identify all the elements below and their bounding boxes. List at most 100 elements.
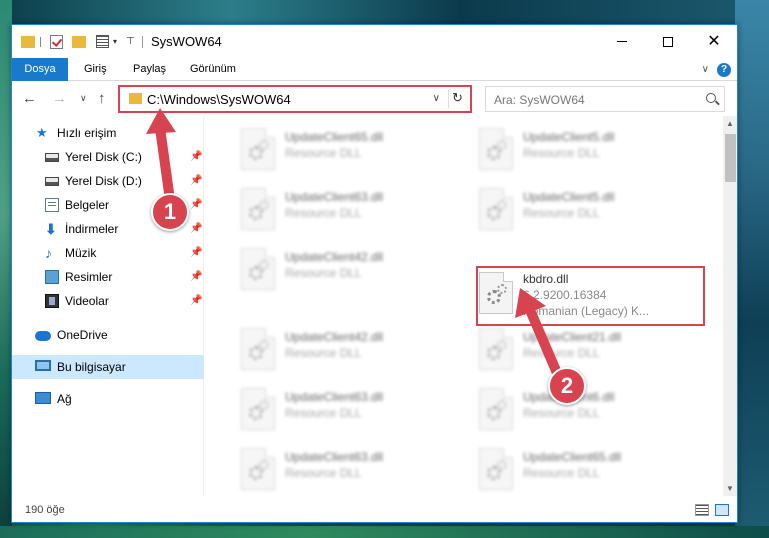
scroll-down-icon[interactable]: ▼ [726, 484, 734, 493]
gear-icon [259, 400, 269, 410]
computer-icon [35, 360, 51, 371]
scrollbar-thumb[interactable] [725, 134, 736, 182]
file-name: UpdateClient5.dll [523, 130, 615, 144]
file-name: UpdateClient63.dll [285, 190, 384, 204]
pin-icon[interactable]: 📌 [190, 193, 202, 217]
search-icon[interactable] [706, 93, 716, 103]
sidebar-item-label: Yerel Disk (C:) [65, 150, 142, 164]
new-folder-icon[interactable] [72, 36, 86, 48]
address-bar-highlight [118, 85, 472, 113]
list-item[interactable]: UpdateClient63.dll Resource DLL [235, 182, 467, 236]
list-item[interactable]: UpdateClient42.dll Resource DLL [235, 242, 467, 296]
file-name: UpdateClient65.dll [523, 450, 622, 464]
tab-share[interactable]: Paylaş [121, 58, 178, 81]
sidebar-item-music[interactable]: ♪ Müzik 📌 [12, 241, 204, 265]
tab-view[interactable]: Görünüm [178, 58, 248, 81]
search-box[interactable]: Ara: SysWOW64 [485, 86, 725, 112]
tab-home[interactable]: Giriş [72, 58, 119, 81]
help-icon[interactable]: ? [717, 63, 731, 77]
pin-icon[interactable]: 📌 [190, 145, 202, 169]
chevron-down-icon[interactable]: ▾ [113, 37, 117, 53]
customize-toolbar-icon[interactable]: ⊤ [126, 36, 135, 52]
sidebar-item-label: Müzik [65, 246, 97, 260]
close-button[interactable]: ✕ [691, 25, 737, 58]
pin-icon[interactable]: 📌 [190, 169, 202, 193]
list-item[interactable]: UpdateClient63.dll Resource DLL [235, 442, 467, 496]
sidebar-item-pictures[interactable]: Resimler 📌 [12, 265, 204, 289]
back-arrow-icon[interactable]: ← [22, 90, 37, 107]
dll-file-icon [479, 448, 513, 490]
forward-arrow-icon[interactable]: → [52, 90, 67, 107]
dll-file-icon [241, 248, 275, 290]
desktop-background-right [735, 0, 769, 538]
film-icon [45, 294, 59, 308]
list-item[interactable]: UpdateClient21.dll Resource DLL [473, 322, 705, 376]
navigation-pane: ★ Hızlı erişim Yerel Disk (C:) 📌 Yerel D… [12, 116, 204, 496]
sidebar-item-videos[interactable]: Videolar 📌 [12, 289, 204, 313]
sidebar-item-this-pc[interactable]: Bu bilgisayar [12, 355, 204, 379]
file-description: Resource DLL [285, 406, 362, 420]
step-1-callout: 1 [151, 193, 189, 231]
gear-icon [259, 260, 269, 270]
gear-icon [497, 140, 507, 150]
list-item[interactable]: UpdateClient6.dll Resource DLL [473, 382, 705, 436]
file-name: UpdateClient63.dll [285, 390, 384, 404]
title-bar: ▾ ⊤ SysWOW64 ✕ [12, 25, 737, 58]
drive-icon [45, 153, 59, 162]
list-item[interactable]: UpdateClient5.dll Resource DLL [473, 122, 705, 176]
kbdro-dll-highlight [476, 266, 705, 326]
dll-file-icon [479, 388, 513, 430]
sidebar-item-local-disk-c[interactable]: Yerel Disk (C:) 📌 [12, 145, 204, 169]
pin-icon[interactable]: 📌 [190, 241, 202, 265]
file-list: UpdateClient65.dll Resource DLL UpdateCl… [205, 116, 723, 496]
file-description: Resource DLL [285, 346, 362, 360]
properties-check-icon[interactable] [50, 35, 63, 49]
dll-file-icon [479, 328, 513, 370]
list-item[interactable]: UpdateClient5.dll Resource DLL [473, 182, 705, 236]
large-icons-view-icon[interactable] [715, 504, 729, 516]
pin-icon[interactable]: 📌 [190, 289, 202, 313]
ribbon-tabs: Dosya Giriş Paylaş Görünüm ∨ ? [12, 58, 737, 81]
details-view-icon[interactable] [695, 504, 709, 516]
maximize-icon [663, 36, 673, 47]
properties-icon[interactable] [96, 35, 109, 48]
file-description: Resource DLL [523, 146, 600, 160]
recent-locations-chevron-icon[interactable]: ∨ [80, 93, 87, 104]
expand-ribbon-icon[interactable]: ∨ [702, 64, 709, 75]
toolbar-divider [40, 37, 41, 47]
list-item[interactable]: UpdateClient63.dll Resource DLL [235, 382, 467, 436]
gear-icon [497, 340, 507, 350]
scroll-up-icon[interactable]: ▲ [726, 119, 734, 128]
pictures-icon [45, 270, 59, 284]
maximize-button[interactable] [645, 25, 691, 58]
file-description: Resource DLL [285, 466, 362, 480]
minimize-button[interactable] [599, 25, 645, 58]
file-name: UpdateClient42.dll [285, 330, 384, 344]
tab-file[interactable]: Dosya [12, 58, 68, 81]
pin-icon[interactable]: 📌 [190, 217, 202, 241]
file-explorer-window: ▾ ⊤ SysWOW64 ✕ Dosya Giriş Paylaş Görünü… [11, 24, 738, 523]
list-item[interactable]: UpdateClient65.dll Resource DLL [235, 122, 467, 176]
vertical-scrollbar[interactable]: ▲ ▼ [723, 116, 737, 496]
window-title: SysWOW64 [151, 34, 222, 49]
sidebar-item-quick-access[interactable]: ★ Hızlı erişim [12, 121, 204, 145]
sidebar-item-label: Hızlı erişim [57, 126, 117, 140]
drive-icon [45, 177, 59, 186]
list-item[interactable]: UpdateClient42.dll Resource DLL [235, 322, 467, 376]
star-icon: ★ [36, 125, 48, 140]
file-name: UpdateClient5.dll [523, 190, 615, 204]
up-arrow-icon[interactable]: ↑ [98, 90, 106, 107]
sidebar-item-network[interactable]: Ağ [12, 387, 204, 411]
pin-icon[interactable]: 📌 [190, 265, 202, 289]
music-note-icon: ♪ [45, 245, 52, 261]
gear-icon [497, 200, 507, 210]
sidebar-item-local-disk-d[interactable]: Yerel Disk (D:) 📌 [12, 169, 204, 193]
gear-icon [259, 200, 269, 210]
file-description: Resource DLL [285, 146, 362, 160]
documents-icon [45, 198, 59, 212]
search-input[interactable]: Ara: SysWOW64 [494, 93, 585, 107]
gear-icon [259, 140, 269, 150]
file-description: Resource DLL [285, 266, 362, 280]
list-item[interactable]: UpdateClient65.dll Resource DLL [473, 442, 705, 496]
sidebar-item-onedrive[interactable]: OneDrive [12, 323, 204, 347]
